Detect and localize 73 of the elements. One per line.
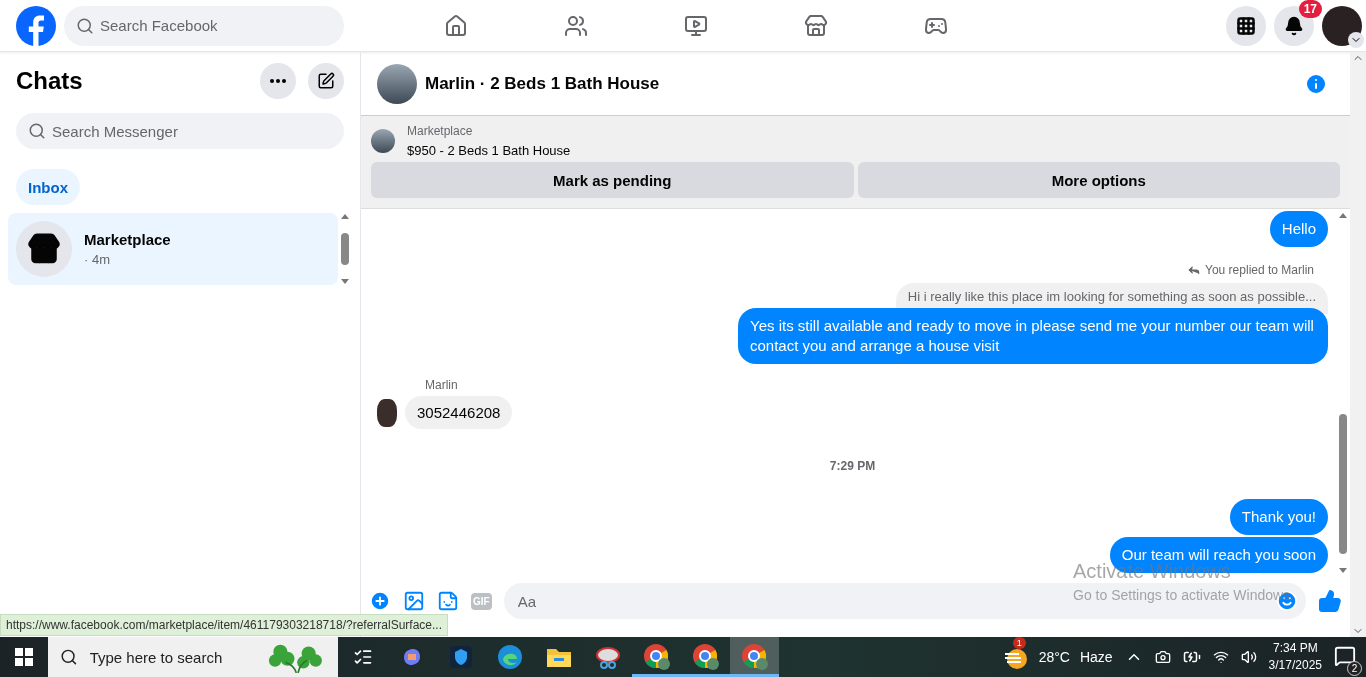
search-icon: [28, 122, 46, 140]
scroll-down-icon[interactable]: [1339, 568, 1347, 573]
taskbar-search[interactable]: Type here to search: [87, 647, 258, 667]
more-button[interactable]: [260, 63, 296, 99]
clock[interactable]: 7:34 PM 3/17/2025: [1268, 640, 1322, 674]
sticker-icon[interactable]: [437, 590, 459, 612]
logo[interactable]: [16, 5, 56, 46]
listing-action-button[interactable]: Mark as pending: [371, 162, 854, 198]
message-timestamp: 7:29 PM: [829, 459, 876, 473]
sent-message: Hello: [1269, 211, 1328, 247]
shield-icon: [448, 645, 473, 669]
search-icon: [60, 647, 78, 667]
scissors-icon: [594, 644, 621, 670]
home-icon: [444, 13, 468, 38]
weather-badge: 1: [1012, 637, 1026, 649]
listing-photo: [377, 63, 417, 104]
listing-source: Marketplace: [407, 124, 474, 138]
volume-icon[interactable]: [1240, 649, 1257, 665]
browser-icon: [691, 643, 720, 671]
taskbar-app[interactable]: [730, 637, 779, 677]
listing-photo: [371, 129, 395, 153]
bell-icon: [1284, 15, 1304, 36]
menu-button[interactable]: [1226, 5, 1266, 46]
temperature: 28°C: [1038, 649, 1070, 665]
scrollbar-thumb[interactable]: [1339, 414, 1347, 554]
camera-icon[interactable]: [1154, 649, 1171, 665]
profile-avatar[interactable]: [1322, 5, 1362, 46]
search-icon: [76, 16, 94, 35]
weather-text: Haze: [1079, 649, 1113, 665]
chat-name: Marketplace: [84, 231, 171, 248]
filter-tab[interactable]: Inbox: [16, 169, 80, 205]
scrollbar-thumb[interactable]: [341, 233, 349, 265]
wifi-icon[interactable]: [1212, 649, 1229, 665]
activation-subtitle: Go to Settings to activate Windows.: [1073, 587, 1294, 603]
folder-icon: [545, 646, 572, 668]
search-field[interactable]: Search Facebook: [64, 5, 344, 46]
listing-action-button[interactable]: More options: [857, 162, 1340, 198]
task-view-icon: [352, 647, 373, 667]
sender-name: Marlin: [425, 378, 459, 392]
search-field[interactable]: Search Messenger: [16, 113, 344, 149]
scroll-down-icon[interactable]: [341, 279, 349, 284]
conversation-title: Marlin · 2 Beds 1 Bath House: [425, 73, 661, 94]
chevron-icon: [1348, 31, 1364, 48]
scroll-up-icon[interactable]: [341, 214, 349, 219]
sidebar-title: Chats: [16, 67, 84, 95]
notification-count: 2: [1347, 660, 1362, 676]
chat-item[interactable]: Marketplace · 4m: [8, 213, 338, 285]
image-icon[interactable]: [403, 590, 425, 612]
grid-icon: [1236, 15, 1256, 36]
message-input[interactable]: Aa: [515, 591, 1036, 611]
browser-icon: [642, 643, 671, 671]
video-icon: [684, 13, 708, 38]
scroll-up-icon[interactable]: [1339, 213, 1347, 218]
chat-time: · 4m: [84, 252, 111, 267]
more-icon: [270, 79, 286, 83]
reply-note: You replied to Marlin: [1205, 263, 1314, 277]
browser-icon: [740, 643, 769, 671]
sent-message: Thank you!: [1229, 499, 1328, 535]
sender-avatar: [377, 398, 397, 427]
windows-icon: [15, 648, 33, 666]
received-message: 3052446208: [405, 396, 513, 429]
notification-badge: 17: [1298, 0, 1322, 18]
listing-title: $950 - 2 Beds 1 Bath House: [407, 143, 571, 158]
like-icon[interactable]: [1318, 589, 1342, 613]
new-message-button[interactable]: [308, 63, 344, 99]
wave-circle-icon: [496, 644, 523, 670]
sent-message: Yes its still available and ready to move in please send me your number our team will contact you and arrange a house visit: [738, 308, 1328, 364]
reply-icon: [1187, 263, 1202, 277]
taskbar-search-box[interactable]: Type here to search: [48, 637, 338, 677]
plus-icon[interactable]: [369, 590, 391, 612]
compose-icon: [317, 72, 335, 90]
people-icon: [564, 13, 588, 38]
link-preview: https://www.facebook.com/marketplace/item/461179303218718/?referralSurface...: [0, 614, 449, 636]
